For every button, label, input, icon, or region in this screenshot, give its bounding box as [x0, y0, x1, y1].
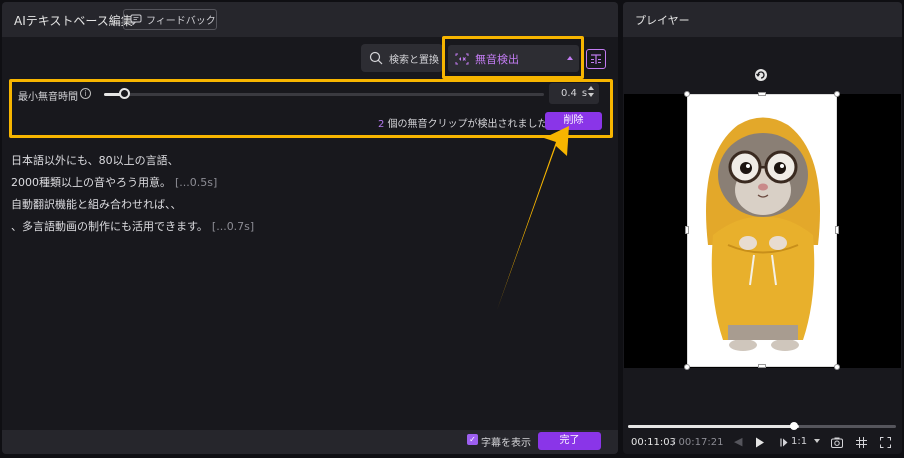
caret-up-icon [567, 56, 573, 60]
resize-handle[interactable] [835, 226, 839, 234]
playhead[interactable] [790, 422, 798, 430]
transcript-text[interactable]: 日本語以外にも、80以上の言語、 [11, 154, 179, 167]
feedback-button[interactable]: フィードバック [123, 9, 217, 30]
player-panel: プレイヤー 00:11:03 / 00:17:21 ◀ 1:1 [623, 2, 902, 454]
resize-handle[interactable] [834, 91, 840, 97]
chevron-down-icon[interactable] [814, 439, 820, 443]
search-replace-label: 検索と置換 [389, 54, 439, 66]
text-layout-button[interactable] [586, 49, 606, 69]
search-icon [369, 51, 383, 65]
transcript-line[interactable]: 、多言語動画の制作にも活用できます。 [...0.7s] [11, 218, 254, 240]
snapshot-icon[interactable] [831, 437, 843, 448]
progress-fill [628, 425, 799, 428]
transcript-line[interactable]: 日本語以外にも、80以上の言語、 [11, 152, 254, 174]
min-silence-unit: s [581, 88, 588, 99]
slider-handle[interactable] [119, 88, 130, 99]
hamster-image [688, 95, 836, 366]
silence-marker[interactable]: [...0.5s] [175, 176, 217, 189]
resize-handle[interactable] [758, 364, 766, 368]
detected-text: 個の無音クリップが検出されました [387, 119, 548, 130]
min-silence-slider[interactable] [104, 93, 544, 96]
resize-handle[interactable] [684, 364, 690, 370]
prev-frame-icon[interactable]: ◀ [734, 435, 742, 448]
total-time: / 00:17:21 [672, 437, 724, 448]
video-frame[interactable] [687, 94, 837, 367]
player-title: プレイヤー [635, 14, 690, 27]
play-icon[interactable] [755, 437, 765, 448]
min-silence-stepper[interactable]: 0.4 s [549, 83, 599, 104]
resize-handle[interactable] [685, 226, 689, 234]
detected-count: 2 [378, 119, 385, 130]
silence-detect-label: 無音検出 [475, 52, 519, 66]
feedback-label: フィードバック [146, 16, 216, 27]
rotate-icon[interactable] [754, 68, 768, 82]
min-silence-label: 最小無音時間 [18, 92, 78, 103]
player-header: プレイヤー [623, 2, 902, 37]
search-replace-button[interactable]: 検索と置換 [361, 44, 443, 72]
detection-summary: 2 個の無音クリップが検出されました [378, 115, 548, 130]
resize-handle[interactable] [834, 364, 840, 370]
next-frame-icon[interactable] [780, 438, 788, 447]
done-button[interactable]: 完了 [538, 432, 601, 450]
transcript-line[interactable]: 2000種類以上の音やろう用意。 [...0.5s] [11, 174, 254, 196]
stepper-down-icon[interactable] [588, 93, 594, 97]
silence-marker[interactable]: [...0.7s] [212, 220, 254, 233]
transcript-text[interactable]: 2000種類以上の音やろう用意。 [11, 176, 171, 189]
delete-button[interactable]: 削除 [545, 112, 602, 130]
transcript-text[interactable]: 、多言語動画の制作にも活用できます。 [11, 220, 208, 233]
show-subtitles-checkbox[interactable]: ✓ [467, 434, 478, 445]
transcript-line[interactable]: 自動翻訳機能と組み合わせれば、、 [11, 196, 254, 218]
info-icon[interactable]: i [80, 88, 91, 99]
show-subtitles-label: 字幕を表示 [481, 438, 531, 449]
transcript-text[interactable]: 自動翻訳機能と組み合わせれば、、 [11, 198, 182, 211]
resize-handle[interactable] [758, 92, 766, 96]
resize-handle[interactable] [684, 91, 690, 97]
feedback-icon [130, 14, 142, 25]
grid-icon[interactable] [856, 437, 867, 448]
transcript[interactable]: 日本語以外にも、80以上の言語、 2000種類以上の音やろう用意。 [...0.5… [11, 152, 254, 240]
silence-detect-dropdown[interactable]: 無音検出 [448, 45, 579, 72]
text-edit-header: AIテキストベース編集 フィードバック [2, 2, 618, 37]
min-silence-value: 0.4 [561, 88, 577, 99]
zoom-ratio[interactable]: 1:1 [791, 436, 807, 447]
video-viewport[interactable] [624, 91, 901, 370]
text-layout-icon [591, 54, 601, 64]
fullscreen-icon[interactable] [880, 437, 891, 448]
silence-icon [455, 53, 469, 64]
stepper-up-icon[interactable] [588, 86, 594, 90]
playback-progress[interactable] [628, 425, 896, 428]
panel-title: AIテキストベース編集 [14, 14, 133, 28]
current-time: 00:11:03 [631, 437, 676, 448]
